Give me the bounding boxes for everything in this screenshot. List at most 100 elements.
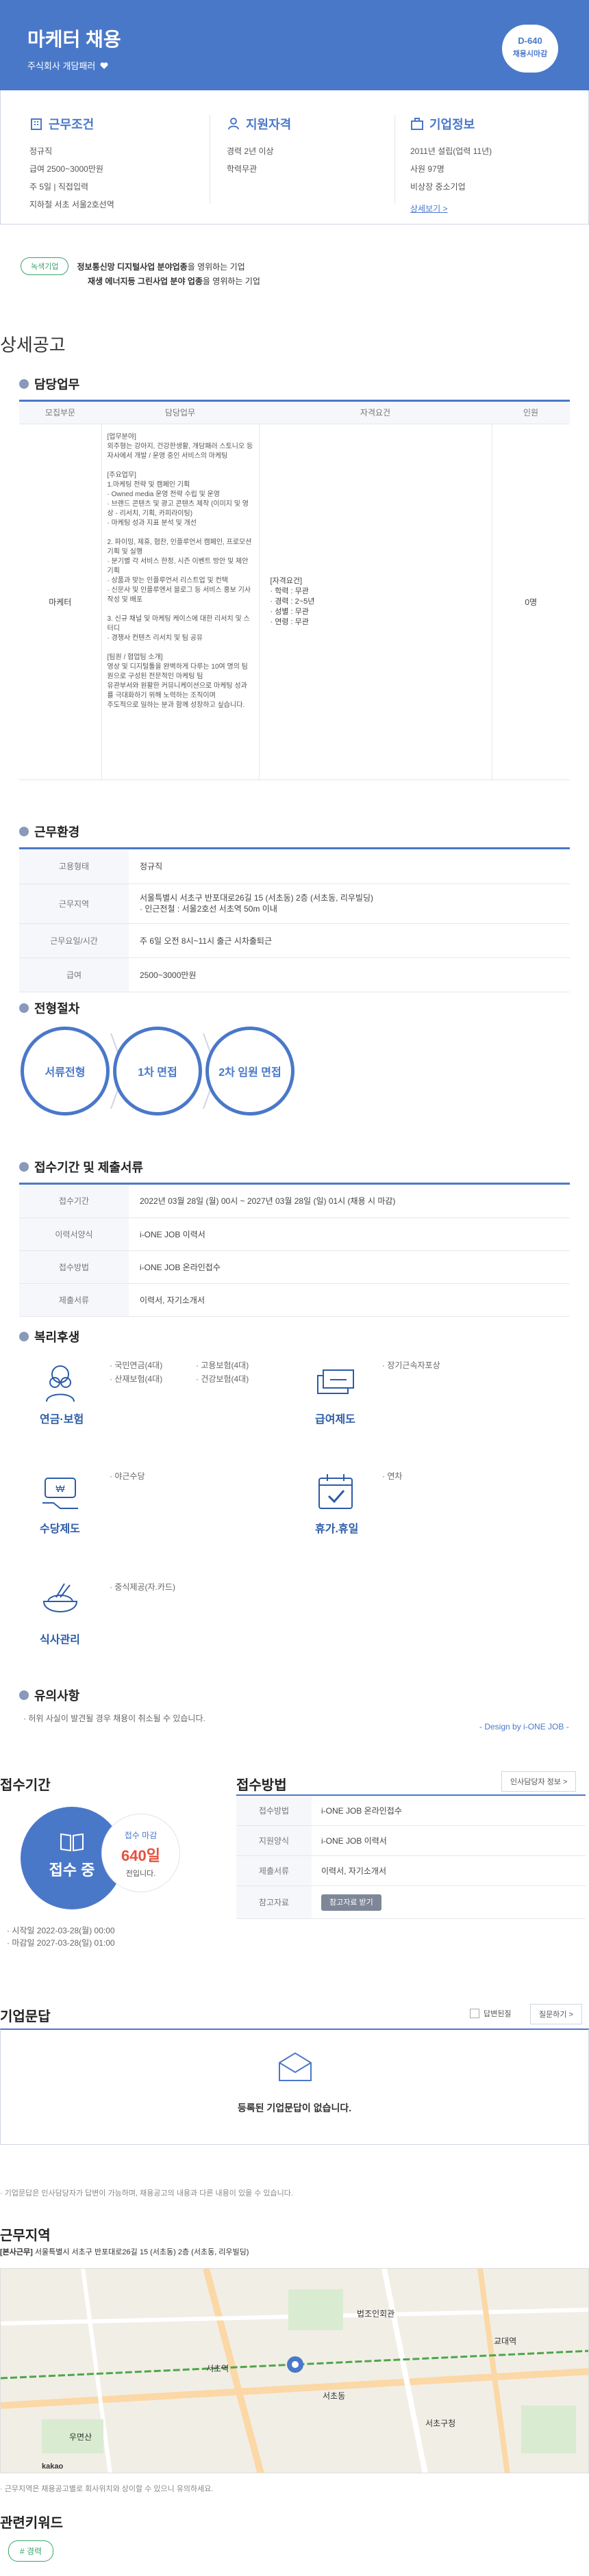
period-label-2: 접수방법 — [19, 1250, 129, 1284]
building-icon — [31, 118, 42, 130]
condition-employment: 정규직 — [29, 146, 53, 156]
answered-label: 답변된질 — [484, 2010, 512, 2018]
notice-heading: 유의사항 — [19, 1686, 570, 1711]
dday-badge: D-640 채용시마감 — [502, 25, 558, 73]
qa-empty-box: 등록된 기업문답이 없습니다. — [0, 2028, 589, 2145]
welfare-bullet: · 중식제공(자.카드) — [110, 1582, 175, 1592]
period-label-0: 접수기간 — [19, 1185, 129, 1218]
environment-table: 고용형태 정규직 근무지역 서울특별시 서초구 반포대로26길 15 (서초동) 2… — [19, 849, 570, 992]
keywords-heading: 관련키워드 — [0, 2516, 63, 2531]
badge-line-1: 정보통신망 디지털사업 분야업종을 영위하는 기업 — [77, 261, 245, 272]
welfare-section: 복리후생 — [19, 1328, 570, 1352]
duties-header-count: 인원 — [492, 402, 570, 424]
company-info: 기업정보 2011년 설립(업력 11년) 사원 97명 비상장 중소기업 상세… — [410, 115, 589, 214]
receipt-end: · 마감일 2027-03-28(일) 01:00 — [7, 1938, 115, 1948]
method-heading: 접수방법 — [236, 1778, 287, 1793]
duties-header-work: 담당업무 — [101, 402, 259, 424]
company-name[interactable]: 주식회사 개담패러 — [27, 59, 109, 72]
hr-info-button[interactable]: 인사담당자 정보 > — [501, 1771, 577, 1792]
welfare-bullet: · 야근수당 — [110, 1471, 145, 1481]
qualifications: 지원자격 경력 2년 이상 학력무관 — [227, 115, 412, 178]
company-type: 비상장 중소기업 — [410, 182, 466, 192]
process-step-1: 서류전형 — [21, 1027, 110, 1116]
company-info-heading: 기업정보 — [410, 115, 589, 133]
receipt-start: · 시작일 2022-03-28(월) 00:00 — [7, 1926, 115, 1935]
company-employees: 사원 97명 — [410, 164, 444, 174]
receipt-countdown: 접수 마감 640일 전입니다. — [101, 1814, 180, 1892]
env-value-area: 서울특별시 서초구 반포대로26길 15 (서초동) 2층 (서초동, 리우빌딩… — [129, 884, 570, 924]
process-heading: 전형절차 — [19, 999, 570, 1024]
welfare-heading: 복리후생 — [19, 1328, 570, 1352]
period-heading: 접수기간 및 제출서류 — [19, 1158, 570, 1185]
map-label: 교대역 — [494, 2336, 516, 2346]
welfare-bullet: · 국민연금(4대) — [110, 1361, 163, 1370]
notice-section: 유의사항 — [19, 1686, 570, 1711]
company-detail-link[interactable]: 상세보기 > — [410, 203, 448, 214]
location-heading: 근무지역 — [0, 2228, 51, 2243]
duties-req: [자격요건] · 학력 : 무관 · 경력 : 2~5년 · 성별 : 무관 ·… — [259, 424, 492, 780]
divider — [394, 115, 395, 204]
process-section: 전형절차 — [19, 999, 570, 1024]
welfare-bullet: · 장기근속자포상 — [382, 1361, 440, 1370]
countdown-sub: 전입니다. — [125, 1870, 156, 1878]
welfare-label-pension: 연금·보험 — [40, 1414, 84, 1426]
map-label: 법조인회관 — [357, 2309, 394, 2319]
env-value-type: 정규직 — [129, 849, 570, 884]
answered-checkbox[interactable] — [470, 2009, 479, 2018]
glasses-person-icon — [46, 1365, 75, 1402]
method-label-2: 제출서류 — [236, 1855, 312, 1886]
location-map[interactable]: 서초역 서초동 법조인회관 서초구청 교대역 우면산 kakao — [0, 2268, 589, 2473]
welfare-label-vacation: 휴가.휴일 — [315, 1523, 359, 1535]
welfare-label-meal: 식사관리 — [40, 1634, 80, 1646]
green-company-tag: 녹색기업 — [21, 257, 69, 275]
section-dot — [19, 1003, 29, 1013]
countdown-days: 640일 — [121, 1847, 160, 1864]
duties-header-req: 자격요건 — [259, 402, 492, 424]
dday-value: D-640 — [518, 36, 542, 46]
countdown-label: 접수 마감 — [124, 1831, 158, 1840]
env-label-hours: 근무요일/시간 — [19, 923, 129, 958]
env-value-salary: 2500~3000만원 — [129, 957, 570, 992]
period-value-0: 2022년 03월 28일 (월) 00시 ~ 2027년 03월 28일 (일… — [129, 1185, 570, 1218]
period-value-3: 이력서, 자기소개서 — [129, 1283, 570, 1317]
section-dot — [19, 1690, 29, 1700]
ask-question-button[interactable]: 질문하기 > — [530, 2004, 582, 2024]
welfare-bullet: · 산재보험(4대) — [110, 1374, 163, 1384]
qualification-career: 경력 2년 이상 — [227, 146, 274, 156]
duties-header-part: 모집부문 — [19, 402, 101, 424]
section-dot — [19, 379, 29, 389]
method-value-1: i-ONE JOB 이력서 — [312, 1825, 586, 1856]
duties-section: 담당업무 모집부문 담당업무 자격요건 인원 마케터 [업무분야] 외주형는 강… — [19, 375, 570, 780]
green-badge-row: 녹색기업 정보통신망 디지털사업 분야업종을 영위하는 기업 — [21, 257, 245, 275]
period-value-2: i-ONE JOB 온라인접수 — [129, 1250, 570, 1284]
qa-heading: 기업문답 — [0, 2009, 51, 2024]
heart-icon[interactable] — [99, 61, 109, 70]
map-label: 서초구청 — [425, 2419, 455, 2428]
reference-download-button[interactable]: 참고자료 받기 — [321, 1894, 381, 1911]
map-canvas[interactable]: 서초역 서초동 법조인회관 서초구청 교대역 우면산 kakao — [1, 2269, 589, 2473]
dday-caption: 채용시마감 — [512, 50, 548, 58]
condition-days: 주 5일 | 직접입력 — [29, 182, 89, 192]
map-label: 우면산 — [69, 2432, 92, 2442]
duties-work: [업무분야] 외주형는 강아지, 건강한생활, 개담패러 스토니오 등 자사에서… — [101, 424, 260, 780]
env-label-area: 근무지역 — [19, 884, 129, 924]
keyword-tag[interactable]: # 경력 — [8, 2540, 54, 2562]
section-dot — [19, 827, 29, 836]
method-label-0: 접수방법 — [236, 1795, 312, 1826]
hero-banner: 마케터 채용 주식회사 개담패러 D-640 채용시마감 — [0, 0, 589, 90]
qualifications-heading: 지원자격 — [227, 115, 412, 133]
period-table: 접수기간 2022년 03월 28일 (월) 00시 ~ 2027년 03월 28… — [19, 1185, 570, 1317]
location-address: [본사근무] 서울특별시 서초구 반포대로26길 15 (서초동) 2층 (서초… — [0, 2248, 249, 2256]
map-label: 서초동 — [323, 2391, 345, 2401]
design-credit: - Design by i-ONE JOB - — [479, 1722, 569, 1731]
env-label-salary: 급여 — [19, 957, 129, 992]
envelope-icon — [279, 2052, 312, 2081]
environment-section: 근무환경 고용형태 정규직 근무지역 서울특별시 서초구 반포대로26길 15 (서… — [19, 823, 570, 992]
book-icon — [60, 1833, 84, 1852]
answered-filter[interactable]: 답변된질 — [470, 2008, 511, 2019]
notice-text: · 허위 사실이 발견될 경우 채용이 취소될 수 있습니다. — [23, 1714, 205, 1723]
method-value-0: i-ONE JOB 온라인접수 — [312, 1795, 586, 1826]
summary-card: 근무조건 정규직 급여 2500~3000만원 주 5일 | 직접입력 지하철 … — [0, 90, 589, 224]
map-label: 서초역 — [206, 2364, 229, 2373]
welfare-bullet: · 고용보험(4대) — [196, 1361, 249, 1370]
